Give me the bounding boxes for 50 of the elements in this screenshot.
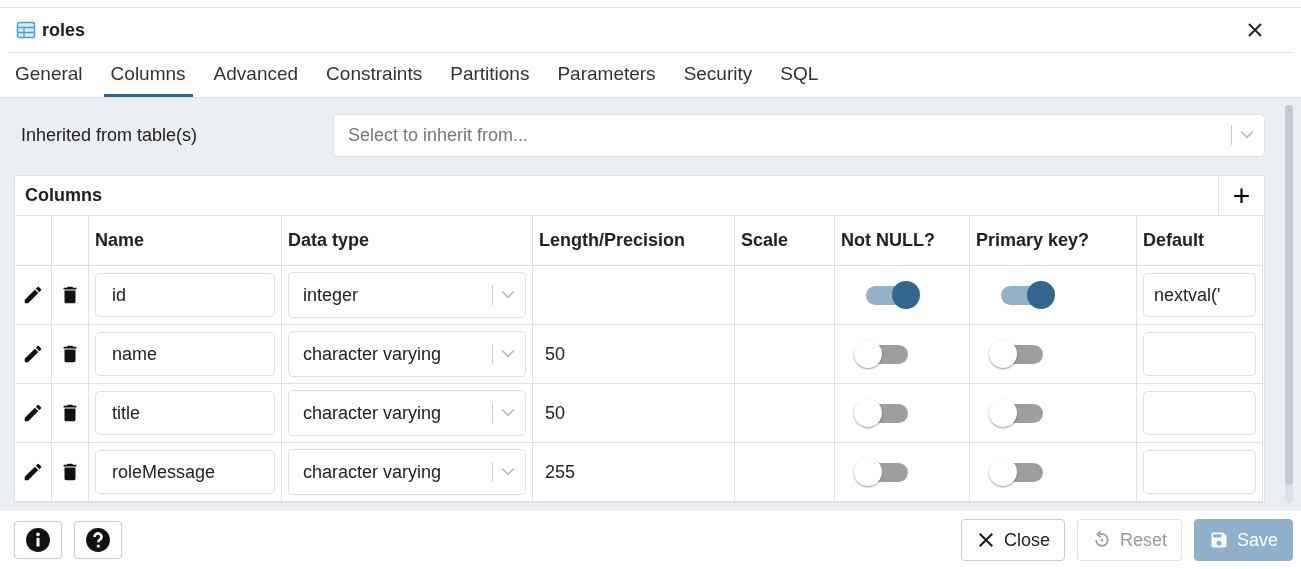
pencil-icon[interactable] [22,284,44,306]
table-icon [16,20,36,40]
column-header: Data type [282,216,533,266]
inherit-select[interactable]: Select to inherit from... [333,113,1265,157]
tab[interactable]: Parameters [550,53,663,97]
chevron-icon [501,408,515,418]
name-field[interactable]: name [95,332,275,376]
pencil-icon[interactable] [22,461,44,483]
data-type-select[interactable]: character varying [288,331,526,377]
help-icon [85,527,111,553]
close-icon[interactable] [1247,22,1263,38]
panel-title: Columns [24,185,103,206]
default-field[interactable] [1143,332,1256,376]
chevron-icon [501,467,515,477]
table-cell: 255 [533,443,735,502]
chevron-icon [1240,130,1254,140]
column-header: Scale [735,216,835,266]
name-field[interactable]: id [95,273,275,317]
scrollbar-thumb[interactable] [1285,105,1293,485]
default-field[interactable] [1143,391,1256,435]
chevron-icon [501,290,515,300]
info-button[interactable] [14,521,62,559]
column-header: Primary key? [970,216,1137,266]
data-type-select[interactable]: character varying [288,449,526,495]
pencil-icon[interactable] [22,343,44,365]
tab[interactable]: Advanced [206,53,306,97]
column-header: Not NULL? [835,216,970,266]
tab[interactable]: Partitions [443,53,537,97]
data-type-select[interactable]: character varying [288,390,526,436]
close-button[interactable]: Close [960,519,1065,561]
data-type-select[interactable]: integer [288,272,526,318]
column-header: Name [89,216,282,266]
table-cell: 50 [533,384,735,443]
field-label: Inherited from table(s) [20,124,199,146]
default-field[interactable] [1143,450,1256,494]
tab[interactable]: Security [676,53,760,97]
chevron-icon [501,349,515,359]
pencil-icon[interactable] [22,402,44,424]
default-field[interactable]: nextval(' [1143,273,1256,317]
name-field[interactable]: roleMessage [95,450,275,494]
table-cell: 50 [533,325,735,384]
tab[interactable]: SQL [773,53,826,97]
column-header: Length/Precision [533,216,735,266]
info-icon [25,527,51,553]
window-title: roles [42,19,87,41]
tab[interactable]: General [8,53,90,97]
tab[interactable]: Constraints [319,53,430,97]
column-header: Default [1137,216,1263,266]
name-field[interactable]: title [95,391,275,435]
help-button[interactable] [74,521,122,559]
